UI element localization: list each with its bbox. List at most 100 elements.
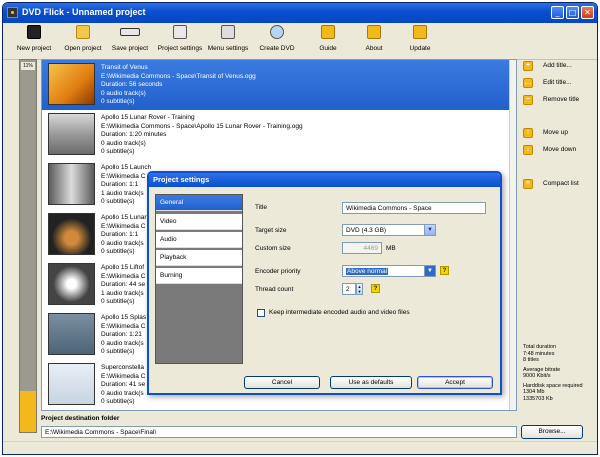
title-duration: Duration: 1:20 minutes bbox=[101, 131, 167, 138]
add-icon: + bbox=[523, 61, 533, 71]
target-size-label: Target size bbox=[255, 227, 287, 234]
title-name: Apollo 15 Lunar Rover - Training bbox=[101, 114, 195, 121]
compact-list-icon: ≡ bbox=[523, 179, 533, 189]
help-icon[interactable]: ? bbox=[371, 284, 380, 293]
thread-count-stepper[interactable]: ▲ ▼ bbox=[356, 283, 363, 295]
title-duration: Duration: 41 se bbox=[101, 381, 146, 388]
title-audio-tracks: 0 audio track(s bbox=[101, 389, 144, 397]
title-field[interactable]: Wikimedia Commons - Space bbox=[342, 202, 486, 214]
guide-label: Guide bbox=[319, 45, 337, 52]
title-thumbnail bbox=[48, 313, 95, 355]
destination-folder-label: Project destination folder bbox=[41, 415, 120, 422]
title-bar[interactable]: DVD Flick - Unnamed project _ □ ✕ bbox=[3, 3, 597, 23]
title-path: E:\Wikimedia Commons - Space\Transit of … bbox=[101, 72, 256, 80]
project-settings-dialog: Project settings General Video Audio Pla… bbox=[147, 171, 502, 395]
nav-item-general[interactable]: General bbox=[156, 195, 242, 211]
open-project-button[interactable]: Open project bbox=[61, 25, 105, 58]
encoder-priority-select[interactable]: Above normal ▼ bbox=[342, 265, 436, 277]
title-path: E:\Wikimedia Commons - Space\Apollo 15 L… bbox=[101, 122, 303, 130]
title-duration: Duration: 56 seconds bbox=[101, 81, 163, 88]
target-size-select[interactable]: DVD (4.3 GB) ▼ bbox=[342, 224, 436, 236]
accept-button[interactable]: Accept bbox=[417, 376, 493, 389]
maximize-button[interactable]: □ bbox=[566, 6, 579, 19]
nav-item-audio[interactable]: Audio bbox=[156, 232, 242, 248]
menu-settings-button[interactable]: Menu settings bbox=[206, 25, 250, 58]
move-up-label: Move up bbox=[543, 129, 568, 136]
custom-size-unit: MB bbox=[386, 245, 396, 252]
save-project-label: Save project bbox=[111, 45, 149, 52]
update-icon bbox=[413, 25, 427, 39]
title-info: Apollo 15 Liftof E:\Wikimedia C Duration… bbox=[101, 264, 145, 307]
title-info: Transit of Venus E:\Wikimedia Commons - … bbox=[101, 64, 256, 107]
title-audio-tracks: 1 audio track(s bbox=[101, 189, 144, 197]
nav-item-video[interactable]: Video bbox=[156, 214, 242, 230]
edit-title-label: Edit title... bbox=[543, 79, 572, 86]
title-name: Superconstella bbox=[101, 364, 144, 371]
help-icon[interactable]: ? bbox=[440, 266, 449, 275]
edit-icon: … bbox=[523, 78, 533, 88]
keep-files-label: Keep intermediate encoded audio and vide… bbox=[269, 309, 410, 316]
title-subtitles: 0 subtitle(s) bbox=[101, 248, 135, 255]
cancel-button[interactable]: Cancel bbox=[244, 376, 320, 389]
save-icon bbox=[120, 28, 140, 36]
new-project-label: New project bbox=[16, 45, 52, 52]
window-title: DVD Flick - Unnamed project bbox=[22, 7, 146, 17]
dvd-flick-app-icon bbox=[7, 7, 18, 18]
update-button[interactable]: Update bbox=[405, 25, 435, 58]
create-dvd-label: Create DVD bbox=[259, 45, 295, 52]
project-settings-button[interactable]: Project settings bbox=[156, 25, 204, 58]
title-info: Superconstella E:\Wikimedia C Duration: … bbox=[101, 364, 145, 407]
save-project-button[interactable]: Save project bbox=[108, 25, 152, 58]
title-field-label: Title bbox=[255, 204, 268, 211]
nav-item-playback[interactable]: Playback bbox=[156, 250, 242, 266]
title-thumbnail bbox=[48, 263, 95, 305]
custom-size-input[interactable]: 4469 bbox=[342, 242, 382, 254]
title-info: Apollo 15 Lunar R E:\Wikimedia C Duratio… bbox=[101, 214, 153, 257]
settings-icon bbox=[173, 25, 187, 39]
title-audio-tracks: 0 audio track(s bbox=[101, 239, 144, 247]
settings-nav: General Video Audio Playback Burning bbox=[155, 194, 243, 364]
remove-title-label: Remove title bbox=[543, 96, 580, 103]
title-path: E:\Wikimedia C bbox=[101, 372, 146, 380]
title-audio-tracks: 1 audio track(s bbox=[101, 289, 144, 297]
keep-files-checkbox[interactable] bbox=[257, 309, 265, 317]
browse-button[interactable]: Browse... bbox=[521, 425, 583, 439]
destination-folder-input[interactable]: E:\Wikimedia Commons - Space\Final\ bbox=[41, 426, 517, 438]
title-list-scrollbar[interactable] bbox=[509, 60, 516, 410]
title-info: Apollo 15 Launch E:\Wikimedia C Duration… bbox=[101, 164, 151, 207]
title-path: E:\Wikimedia C bbox=[101, 322, 146, 330]
create-dvd-button[interactable]: Create DVD bbox=[257, 25, 297, 58]
title-name: Apollo 15 Lunar R bbox=[101, 214, 154, 221]
title-info: Apollo 15 Lunar Rover - Training E:\Wiki… bbox=[101, 114, 303, 157]
update-label: Update bbox=[409, 45, 431, 52]
nav-item-burning[interactable]: Burning bbox=[156, 268, 242, 284]
arrow-down-icon: ↓ bbox=[523, 145, 533, 155]
size-usage-fill bbox=[20, 391, 36, 432]
new-project-button[interactable]: New project bbox=[11, 25, 57, 58]
guide-icon bbox=[321, 25, 335, 39]
title-row[interactable]: Transit of Venus E:\Wikimedia Commons - … bbox=[42, 60, 510, 110]
project-settings-label: Project settings bbox=[157, 45, 203, 52]
project-stats: Total duration 7:48 minutes 8 titles Ave… bbox=[523, 344, 583, 402]
dialog-title[interactable]: Project settings bbox=[149, 173, 500, 187]
title-path: E:\Wikimedia C bbox=[101, 222, 146, 230]
close-button[interactable]: ✕ bbox=[581, 6, 594, 19]
remove-icon: − bbox=[523, 95, 533, 105]
film-icon bbox=[27, 25, 41, 39]
title-duration: Duration: 1:21 bbox=[101, 331, 142, 338]
title-subtitles: 0 subtitle(s) bbox=[101, 298, 135, 305]
title-path: E:\Wikimedia C bbox=[101, 172, 146, 180]
chevron-down-icon: ▼ bbox=[424, 266, 435, 276]
thread-count-input[interactable]: 2 bbox=[342, 283, 356, 295]
title-name: Apollo 15 Liftof bbox=[101, 264, 145, 271]
open-project-label: Open project bbox=[64, 45, 102, 52]
guide-button[interactable]: Guide bbox=[313, 25, 343, 58]
minimize-button[interactable]: _ bbox=[551, 6, 564, 19]
title-subtitles: 0 subtitle(s) bbox=[101, 148, 135, 155]
use-as-defaults-button[interactable]: Use as defaults bbox=[330, 376, 412, 389]
title-row[interactable]: Apollo 15 Lunar Rover - Training E:\Wiki… bbox=[42, 110, 510, 160]
dvd-icon bbox=[270, 25, 284, 39]
about-button[interactable]: About bbox=[359, 25, 389, 58]
status-bar bbox=[3, 441, 597, 454]
arrow-up-icon: ↑ bbox=[523, 128, 533, 138]
